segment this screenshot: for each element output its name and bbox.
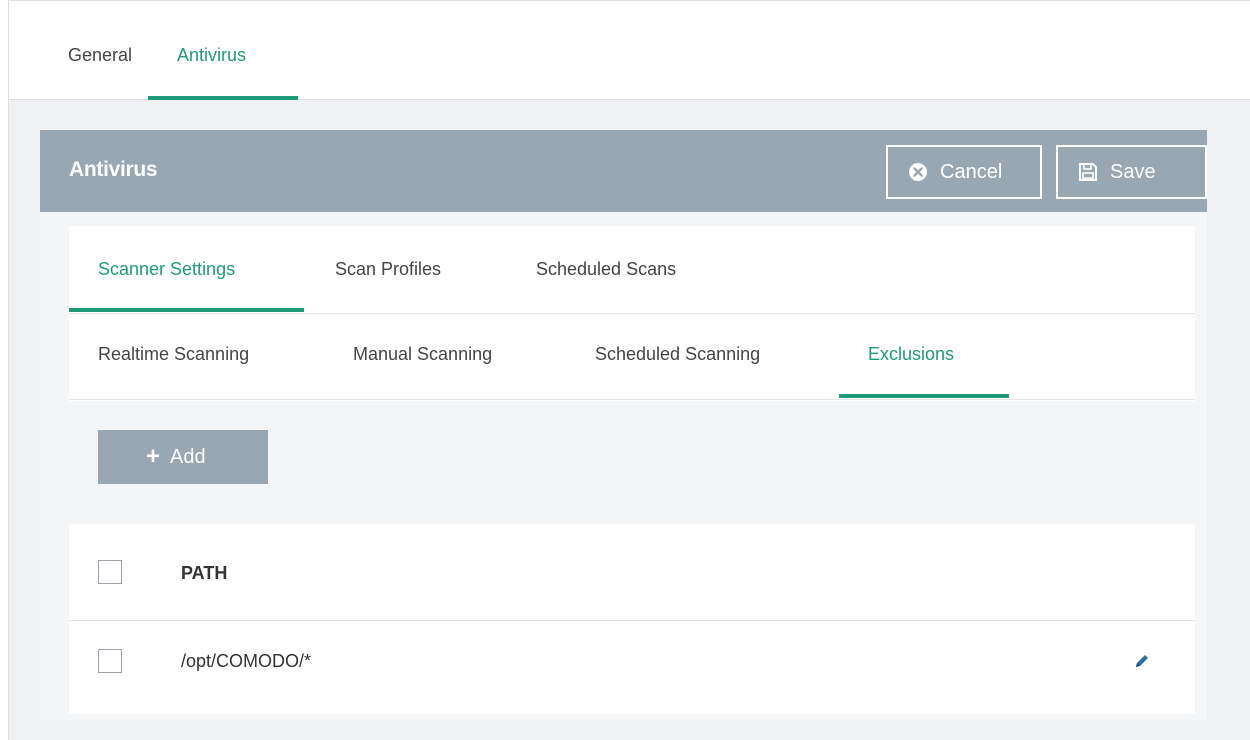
panel-header: Antivirus Cancel Save [40, 130, 1207, 212]
tab-manual-scanning[interactable]: Manual Scanning [353, 344, 492, 365]
tab-scheduled-scanning[interactable]: Scheduled Scanning [595, 344, 760, 365]
antivirus-settings-card: Scanner Settings Scan Profiles Scheduled… [69, 226, 1195, 720]
app-frame: General Antivirus Antivirus Cancel Save … [8, 0, 1250, 740]
tab-realtime-scanning[interactable]: Realtime Scanning [98, 344, 249, 365]
tab-scanner-settings[interactable]: Scanner Settings [98, 259, 235, 280]
scanning-tab-bar: Realtime Scanning Manual Scanning Schedu… [69, 314, 1195, 400]
save-label: Save [1110, 160, 1156, 183]
plus-icon: + [146, 443, 161, 470]
close-circle-icon [908, 162, 928, 182]
select-all-checkbox[interactable] [98, 560, 122, 584]
save-button[interactable]: Save [1056, 145, 1207, 199]
tab-exclusions[interactable]: Exclusions [868, 344, 954, 365]
exclusions-content: + Add PATH /opt/COMODO/* [69, 401, 1195, 720]
cancel-button[interactable]: Cancel [886, 145, 1042, 199]
table-row: /opt/COMODO/* [69, 622, 1195, 714]
tab-antivirus[interactable]: Antivirus [177, 45, 246, 66]
row-checkbox[interactable] [98, 649, 122, 673]
tab-general[interactable]: General [68, 45, 132, 66]
top-tab-bar: General Antivirus [9, 1, 1250, 100]
column-header-path: PATH [181, 563, 228, 583]
scanner-tab-bar: Scanner Settings Scan Profiles Scheduled… [69, 226, 1195, 314]
path-cell: /opt/COMODO/* [181, 651, 312, 671]
table-header-row: PATH [69, 524, 1195, 621]
cancel-label: Cancel [940, 160, 1003, 183]
active-tab-indicator [148, 96, 298, 100]
active-subtab2-indicator [839, 394, 1009, 398]
floppy-disk-icon [1078, 162, 1098, 182]
tab-scan-profiles[interactable]: Scan Profiles [335, 259, 441, 280]
panel-title: Antivirus [69, 158, 158, 181]
antivirus-panel: Antivirus Cancel Save Scanner Settings S… [40, 130, 1207, 720]
tab-scheduled-scans[interactable]: Scheduled Scans [536, 259, 676, 280]
add-button[interactable]: + Add [98, 430, 268, 484]
pencil-icon[interactable] [1133, 652, 1151, 675]
active-subtab-indicator [69, 308, 304, 312]
exclusions-table: PATH /opt/COMODO/* [69, 524, 1195, 714]
add-label: Add [170, 445, 206, 468]
